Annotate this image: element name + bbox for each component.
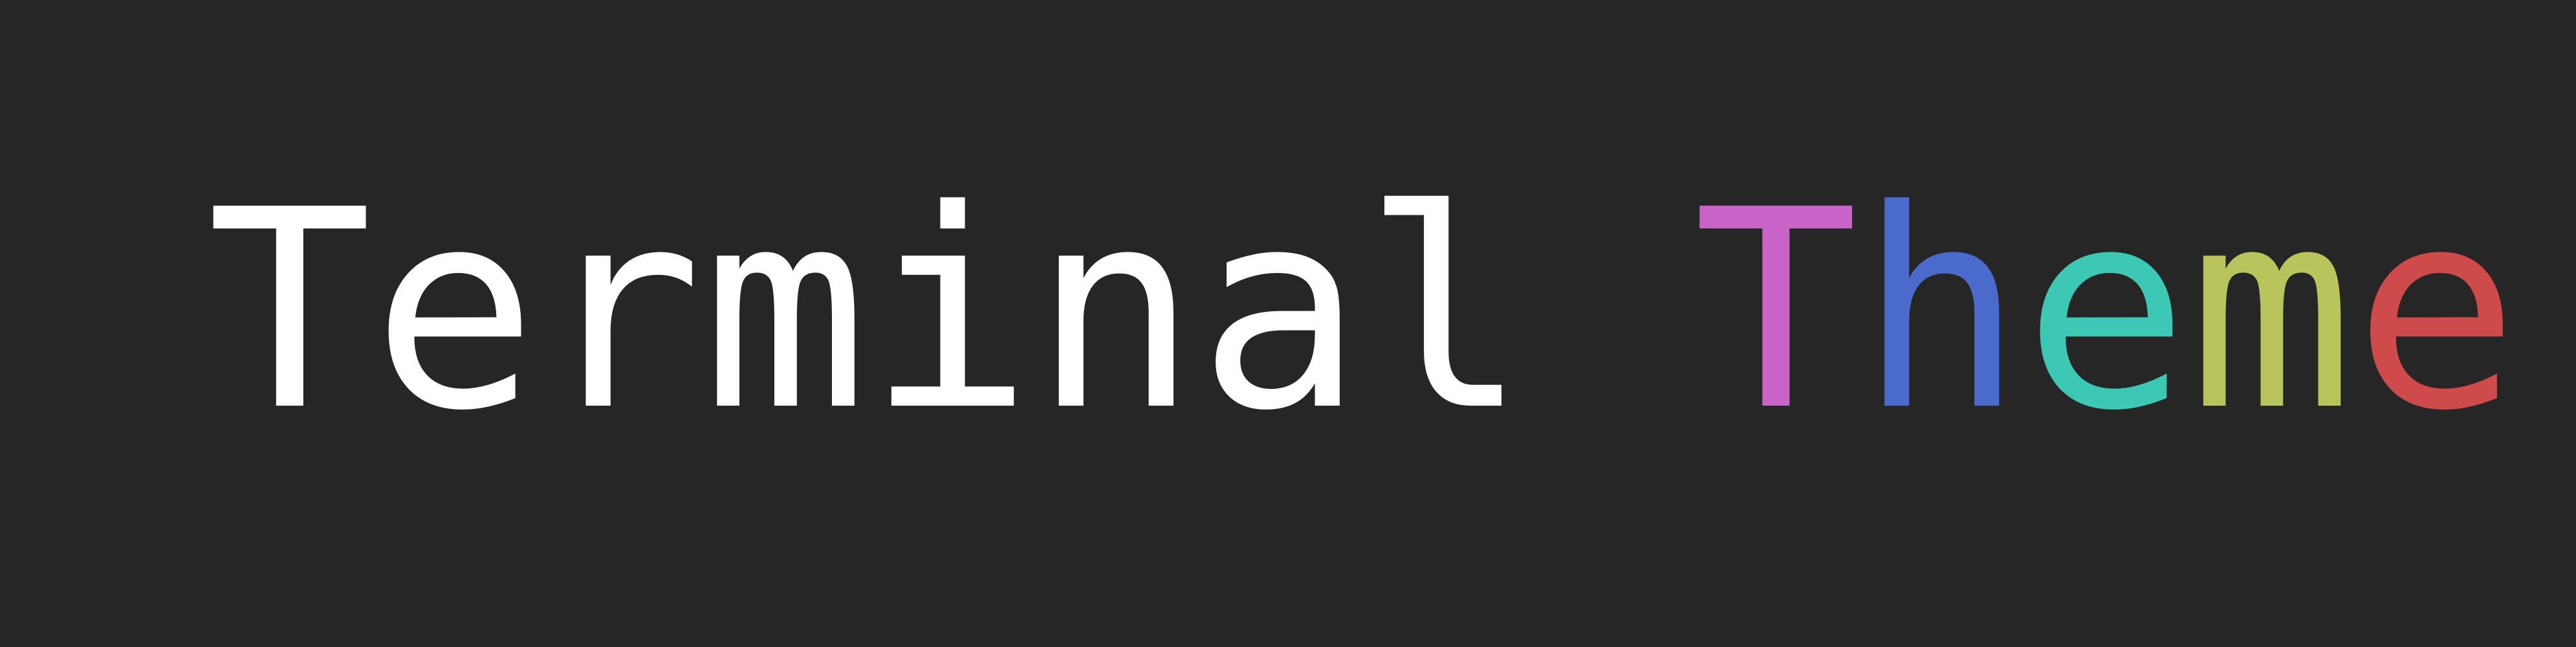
theme-letter-h: h <box>1858 151 2024 470</box>
title-space <box>1528 151 1693 470</box>
theme-letter-e2: e <box>2353 151 2519 470</box>
banner-title: Terminal Theme <box>207 173 2519 448</box>
theme-letter-t: T <box>1693 151 1859 470</box>
theme-letter-e1: e <box>2024 151 2189 470</box>
theme-letter-m: m <box>2189 151 2354 470</box>
title-word-theme: Theme <box>1693 151 2518 470</box>
title-banner: Terminal Theme <box>0 0 2576 647</box>
title-word-terminal: Terminal <box>207 151 1529 470</box>
